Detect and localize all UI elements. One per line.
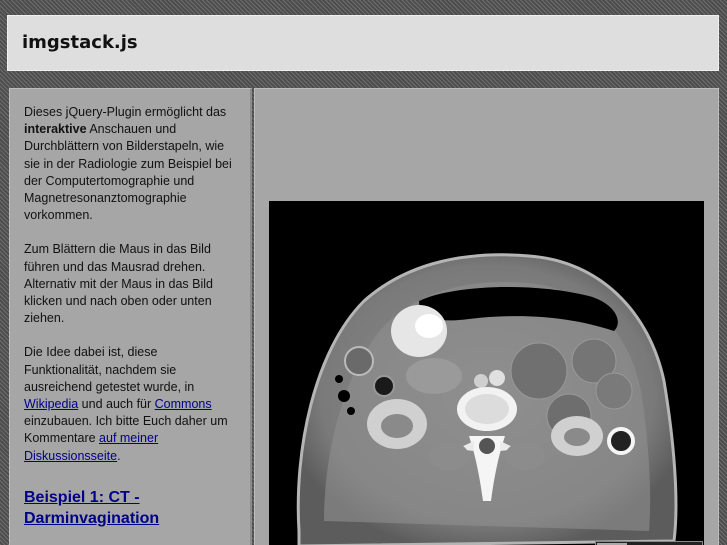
sidebar: Dieses jQuery-Plugin ermöglicht das inte… [9, 88, 252, 545]
stack-scrollbar[interactable] [595, 541, 703, 545]
page-title: imgstack.js [22, 32, 138, 53]
example-heading: Beispiel 1: CT - Darminvagination [24, 487, 236, 529]
ct-image-viewer[interactable] [269, 201, 704, 545]
intro-bold: interaktive [24, 122, 87, 137]
idea-paragraph: Die Idee dabei ist, diese Funktionalität… [24, 344, 236, 464]
example-1-link[interactable]: Beispiel 1: CT - Darminvagination [24, 489, 159, 527]
intro-text-pre: Dieses jQuery-Plugin ermöglicht das [24, 105, 227, 119]
viewer-panel [254, 88, 719, 545]
idea-text-mid: und auch für [81, 397, 152, 412]
intro-text-post: Anschauen und Durchblättern von Bilderst… [24, 122, 232, 223]
commons-link[interactable]: Commons [155, 397, 212, 411]
idea-text-end: . [117, 448, 121, 463]
wikipedia-link[interactable]: Wikipedia [24, 397, 78, 411]
intro-paragraph: Dieses jQuery-Plugin ermöglicht das inte… [24, 104, 236, 224]
idea-text-pre: Die Idee dabei ist, diese Funktionalität… [24, 345, 195, 394]
ct-abdomen-slice-image [269, 201, 704, 545]
usage-paragraph: Zum Blättern die Maus in das Bild führen… [24, 242, 213, 326]
page-header: imgstack.js [7, 15, 719, 71]
